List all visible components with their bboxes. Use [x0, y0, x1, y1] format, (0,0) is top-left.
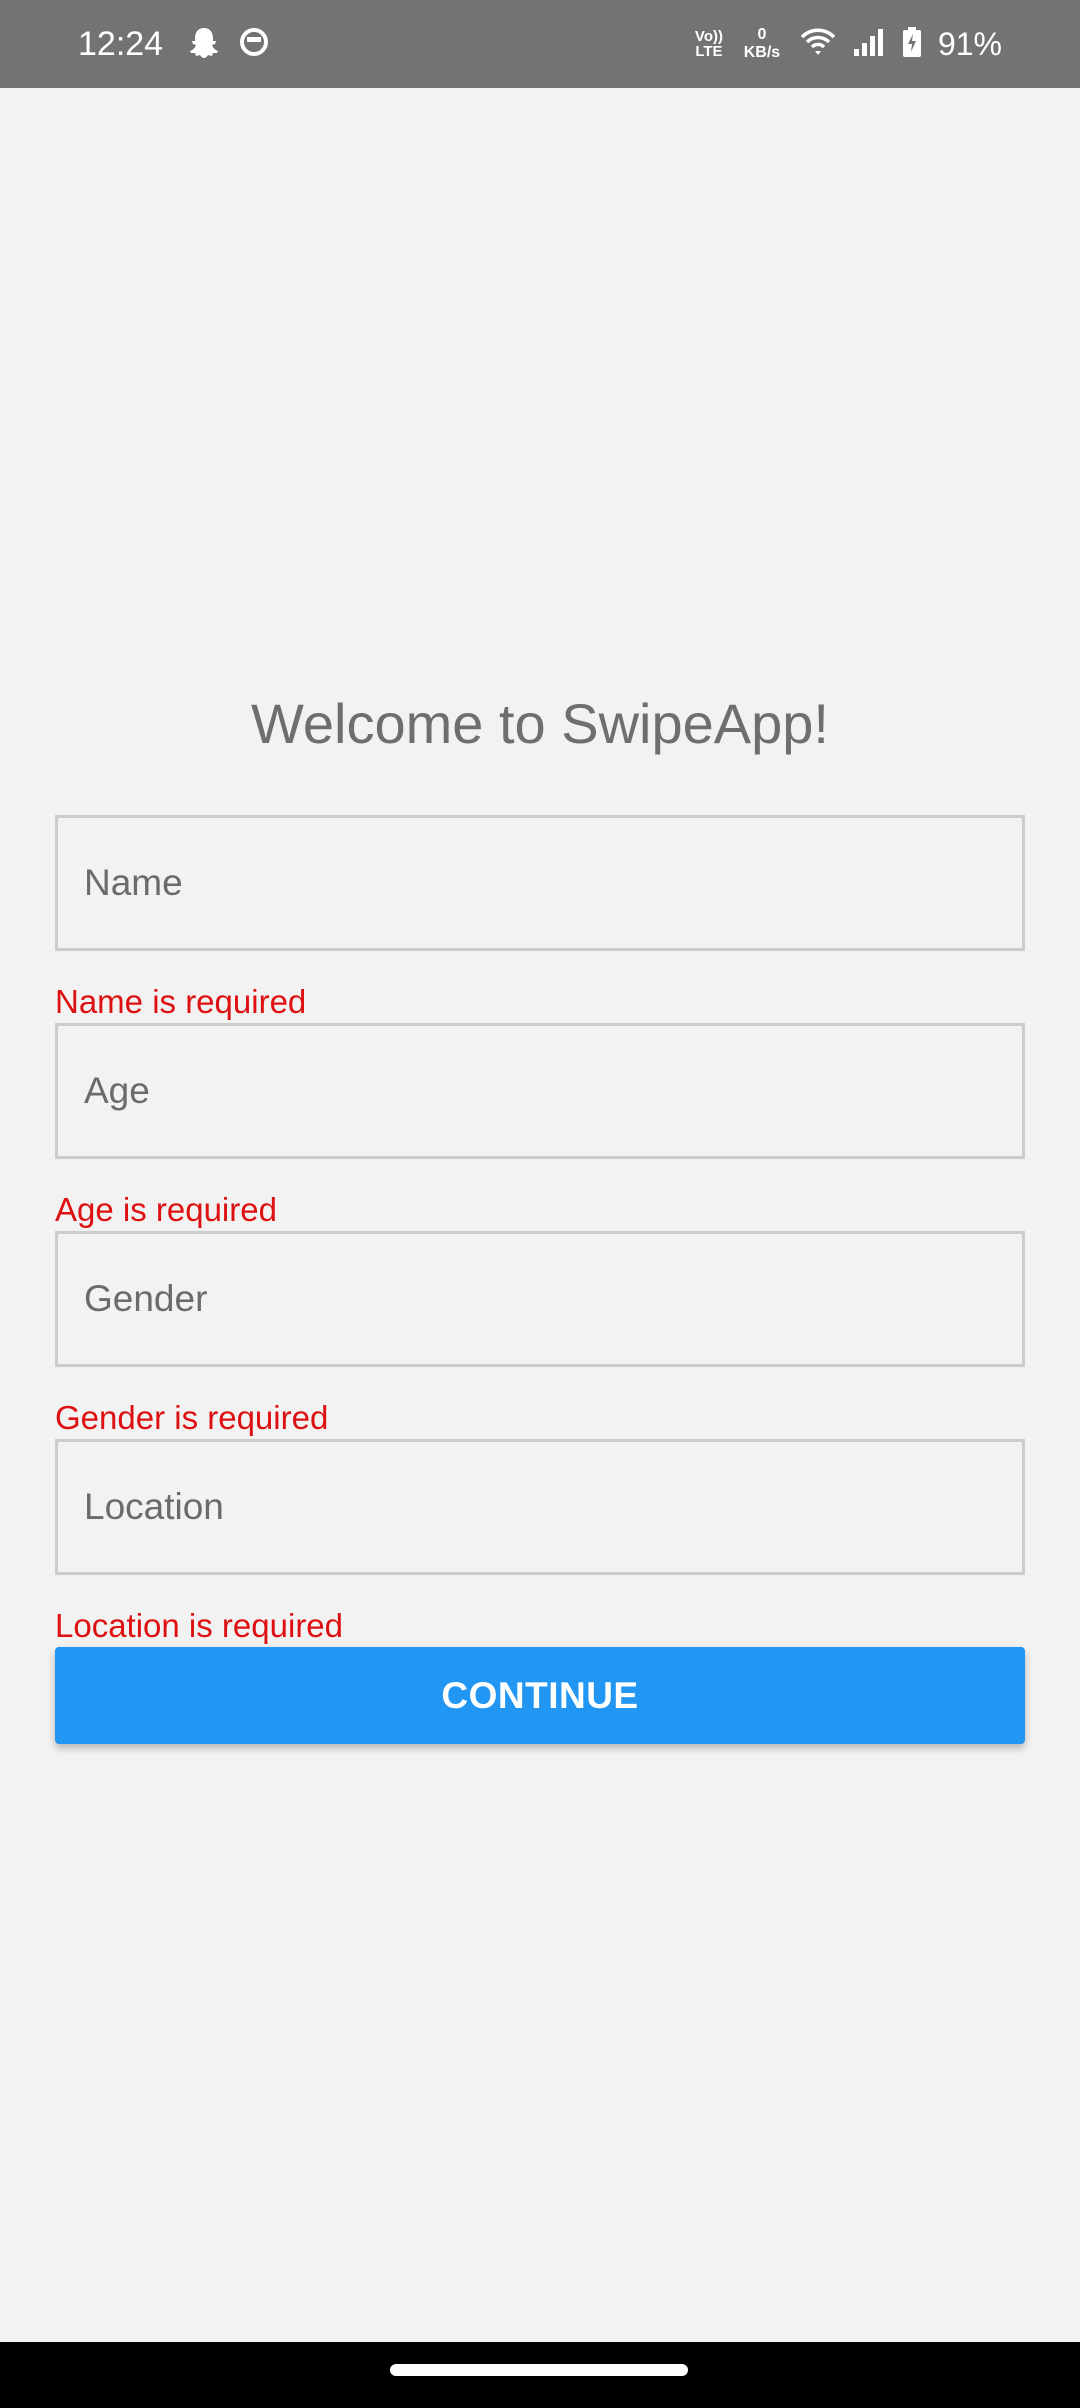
name-field-placeholder: Name [84, 862, 183, 903]
home-gesture-handle[interactable] [390, 2364, 688, 2376]
name-field[interactable]: Name [55, 815, 1025, 951]
wifi-icon [800, 27, 836, 62]
gender-field[interactable]: Gender [55, 1231, 1025, 1367]
network-speed-unit: KB/s [743, 44, 781, 61]
location-field-placeholder: Location [84, 1486, 224, 1527]
snapchat-ghost-icon [188, 26, 220, 65]
location-field[interactable]: Location [55, 1439, 1025, 1575]
location-error-message: Location is required [55, 1607, 344, 1644]
notification-icons [188, 26, 270, 65]
battery-percentage: 91% [937, 26, 1002, 62]
gender-error-message: Gender is required [55, 1399, 329, 1436]
volte-top-label: Vo)) [694, 28, 723, 45]
volte-icon: Vo)) LTE [694, 29, 724, 59]
network-speed-value: 0 [757, 26, 767, 43]
cell-signal-icon [852, 27, 886, 62]
age-field-placeholder: Age [84, 1070, 150, 1111]
battery-charging-icon [902, 26, 922, 63]
system-status-icons: Vo)) LTE 0 KB/s 91% [694, 22, 1002, 66]
name-error-message: Name is required [55, 983, 307, 1020]
status-time: 12:24 [78, 25, 164, 63]
age-error-message: Age is required [55, 1191, 277, 1228]
gender-field-placeholder: Gender [84, 1278, 208, 1319]
app-notification-icon [238, 26, 270, 65]
network-speed: 0 KB/s [740, 26, 784, 62]
status-bar: 12:24 Vo)) LTE 0 KB/s 91% [0, 0, 1080, 88]
page-title: Welcome to SwipeApp! [251, 692, 829, 755]
volte-bottom-label: LTE [695, 43, 723, 60]
continue-button[interactable]: CONTINUE [55, 1647, 1025, 1744]
age-field[interactable]: Age [55, 1023, 1025, 1159]
